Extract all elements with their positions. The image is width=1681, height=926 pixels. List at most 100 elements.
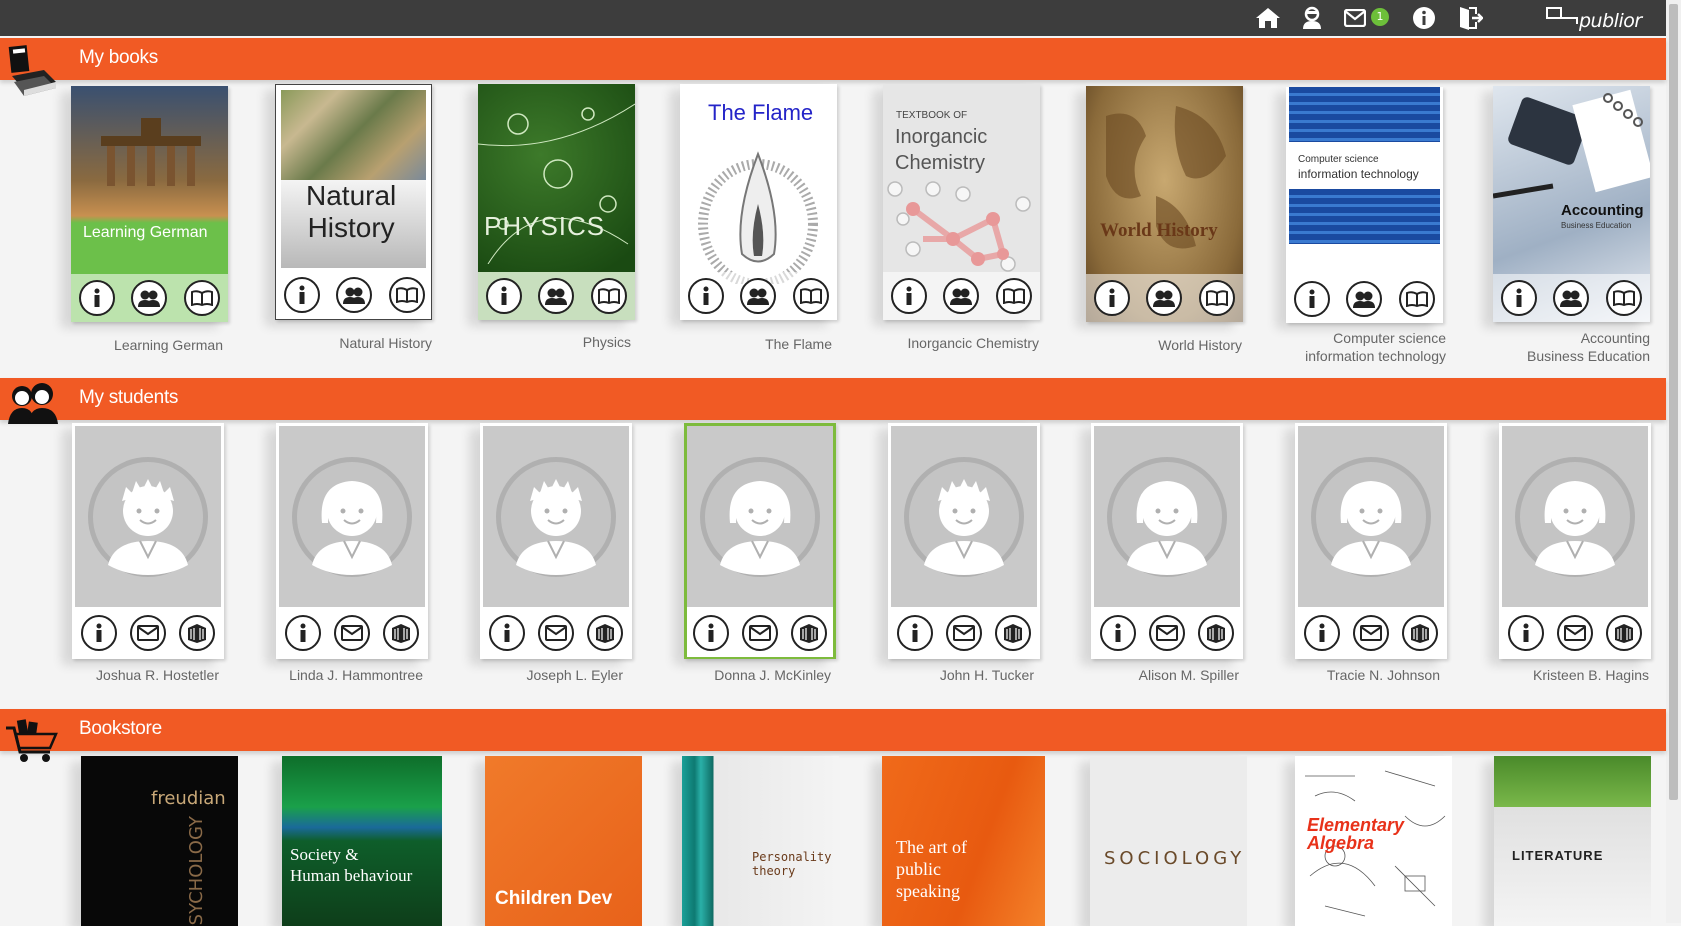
book-info-button[interactable] [891, 278, 928, 314]
book-actions [883, 272, 1040, 320]
book-students-button[interactable] [538, 278, 575, 314]
assign-books-button[interactable] [1197, 615, 1234, 651]
student-actions [75, 609, 221, 657]
student-info-button[interactable] [1100, 615, 1137, 651]
book-students-button[interactable] [1553, 280, 1590, 316]
book-cover: PHYSICS [478, 84, 635, 320]
book-title-label: The Flame [765, 336, 832, 352]
store-book-children-dev[interactable]: Children Dev [485, 756, 642, 926]
book-info-button[interactable] [1501, 280, 1538, 316]
student-card[interactable] [1091, 423, 1243, 659]
cover-title: Inorgancic Chemistry [895, 126, 988, 174]
info-icon[interactable] [1410, 5, 1438, 31]
student-card[interactable] [480, 423, 632, 659]
book-actions [1493, 274, 1650, 322]
student-card[interactable] [276, 423, 428, 659]
message-student-button[interactable] [333, 615, 370, 651]
book-students-button[interactable] [131, 280, 168, 316]
book-card-natural-history[interactable]: Natural History [275, 84, 432, 320]
mail-button[interactable]: 1 [1344, 5, 1390, 31]
student-card[interactable] [72, 423, 224, 659]
book-cover: Accounting Business Education [1493, 86, 1650, 322]
page-scrollbar[interactable] [1666, 0, 1681, 923]
student-card[interactable] [1295, 423, 1447, 659]
info-icon [504, 623, 510, 642]
cover-subtitle: PSYCHOLOGY [186, 816, 207, 926]
scrollbar-thumb[interactable] [1669, 4, 1678, 800]
book-cover: Natural History [275, 84, 432, 320]
student-info-button[interactable] [1304, 615, 1341, 651]
book-info-button[interactable] [284, 277, 321, 313]
store-book-personality[interactable]: Personality theory [682, 756, 839, 926]
message-student-button[interactable] [1352, 615, 1389, 651]
student-card[interactable] [1499, 423, 1651, 659]
book-read-button[interactable] [183, 280, 220, 316]
assign-books-button[interactable] [994, 615, 1031, 651]
code-band-top [1289, 87, 1440, 142]
student-name-label: John H. Tucker [939, 667, 1034, 683]
book-students-button[interactable] [1346, 281, 1383, 317]
assign-books-button[interactable] [790, 615, 827, 651]
student-card[interactable] [888, 423, 1040, 659]
book-students-button[interactable] [336, 277, 373, 313]
assign-books-button[interactable] [1605, 615, 1642, 651]
student-info-button[interactable] [897, 615, 934, 651]
book-info-button[interactable] [688, 278, 725, 314]
store-book-algebra[interactable]: Elementary Algebra [1295, 756, 1452, 926]
cover-title: Children Dev [495, 888, 613, 909]
message-student-button[interactable] [741, 615, 778, 651]
student-info-button[interactable] [489, 615, 526, 651]
book-read-button[interactable] [995, 278, 1032, 314]
store-book-public-speaking[interactable]: The art of public speaking [882, 756, 1045, 926]
book-info-button[interactable] [486, 278, 523, 314]
student-actions [891, 609, 1037, 657]
book-card-learning-german[interactable]: Learning German [71, 86, 228, 322]
avatar-placeholder [904, 456, 1024, 577]
book-card-world-history[interactable]: World History [1086, 86, 1243, 322]
student-info-button[interactable] [81, 615, 118, 651]
student-photo [1298, 426, 1444, 607]
book-info-button[interactable] [1294, 281, 1331, 317]
book-card-accounting[interactable]: Accounting Business Education [1493, 86, 1650, 322]
book-read-button[interactable] [1198, 280, 1235, 316]
message-student-button[interactable] [537, 615, 574, 651]
book-students-button[interactable] [740, 278, 777, 314]
student-photo [279, 426, 425, 607]
home-icon[interactable] [1254, 5, 1282, 31]
message-student-button[interactable] [1556, 615, 1593, 651]
book-card-inorganic-chemistry[interactable]: TEXTBOOK OF Inorgancic Chemistry [883, 84, 1040, 320]
book-info-button[interactable] [79, 280, 116, 316]
book-students-button[interactable] [943, 278, 980, 314]
book-card-physics[interactable]: PHYSICS [478, 84, 635, 320]
assign-books-button[interactable] [382, 615, 419, 651]
book-read-button[interactable] [1605, 280, 1642, 316]
message-student-button[interactable] [945, 615, 982, 651]
info-icon [1115, 623, 1121, 642]
book-read-button[interactable] [590, 278, 627, 314]
book-read-button[interactable] [388, 277, 425, 313]
store-book-society[interactable]: Society & Human behaviour [282, 756, 442, 926]
student-info-button[interactable] [693, 615, 730, 651]
assign-books-button[interactable] [1401, 615, 1438, 651]
message-student-button[interactable] [129, 615, 166, 651]
student-card[interactable] [684, 423, 836, 659]
book-read-button[interactable] [792, 278, 829, 314]
store-book-sociology[interactable]: SOCIOLOGY [1090, 756, 1247, 926]
logout-icon[interactable] [1456, 5, 1484, 31]
book-card-the-flame[interactable]: The Flame [680, 84, 837, 320]
book-info-button[interactable] [1094, 280, 1131, 316]
message-student-button[interactable] [1148, 615, 1185, 651]
assign-books-button[interactable] [178, 615, 215, 651]
book-read-button[interactable] [1398, 281, 1435, 317]
store-book-literature[interactable]: LITERATURE [1494, 756, 1651, 926]
publior-logo[interactable]: publior [1545, 6, 1650, 32]
teacher-icon[interactable] [1298, 5, 1326, 31]
student-info-button[interactable] [285, 615, 322, 651]
book-students-button[interactable] [1146, 280, 1183, 316]
info-icon [1523, 623, 1529, 642]
student-info-button[interactable] [1508, 615, 1545, 651]
cover-subtitle: Business Education [1561, 221, 1632, 230]
store-book-psychology[interactable]: freudian PSYCHOLOGY [81, 756, 238, 926]
book-card-computer-science[interactable]: Computer science information technology [1286, 87, 1443, 323]
assign-books-button[interactable] [586, 615, 623, 651]
